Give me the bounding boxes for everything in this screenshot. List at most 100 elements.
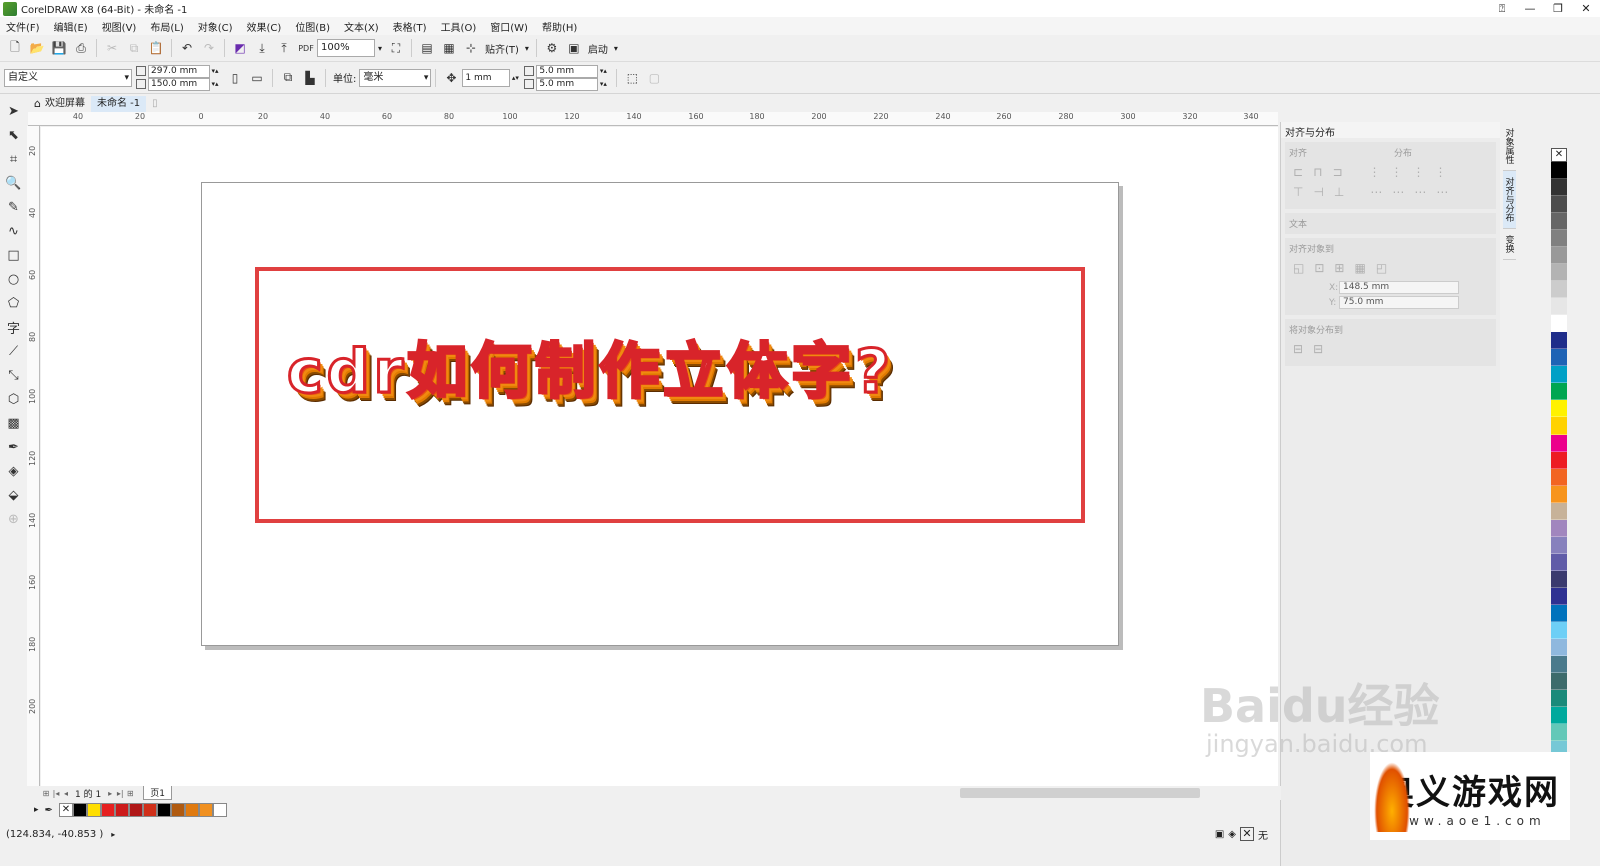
pick-tool-icon[interactable]: ➤	[3, 99, 25, 123]
document-color-swatch[interactable]	[198, 803, 213, 817]
color-proof-icon[interactable]: ▣	[1215, 829, 1224, 840]
publish-pdf-icon[interactable]: PDF	[295, 38, 317, 58]
color-swatch[interactable]	[1551, 179, 1567, 197]
restore-button[interactable]: ❐	[1544, 0, 1572, 17]
shape-tool-icon[interactable]: ⬉	[3, 123, 25, 147]
launch-dropdown-icon[interactable]: ▾	[611, 39, 621, 57]
tab-align-distribute[interactable]: 对齐与分布	[1502, 171, 1516, 229]
menu-table[interactable]: 表格(T)	[393, 19, 427, 34]
active-object-icon[interactable]: ◱	[1293, 261, 1304, 275]
document-color-swatch[interactable]	[100, 803, 115, 817]
menu-object[interactable]: 对象(C)	[198, 19, 233, 34]
duplicate-y-spinner-icon[interactable]: ▾▴	[598, 80, 608, 88]
distribute-middle-icon[interactable]: ⋯	[1392, 185, 1404, 199]
color-swatch[interactable]	[1551, 349, 1567, 367]
document-color-swatch[interactable]	[212, 803, 227, 817]
distribute-space-icon[interactable]: ⋮	[1435, 165, 1447, 179]
color-swatch[interactable]	[1551, 434, 1567, 452]
next-page-icon[interactable]: ▸	[105, 789, 115, 798]
help-icon[interactable]: ⍰	[1488, 0, 1516, 17]
options-gear-icon[interactable]: ⚙	[541, 38, 563, 58]
color-swatch[interactable]	[1551, 604, 1567, 622]
tab-document[interactable]: 未命名 -1	[90, 95, 147, 112]
landscape-icon[interactable]: ▭	[246, 68, 268, 88]
align-center-v-icon[interactable]: ⊣	[1313, 185, 1323, 199]
page-extent-icon[interactable]: ⊟	[1313, 342, 1323, 356]
color-swatch[interactable]	[1551, 519, 1567, 537]
color-swatch[interactable]	[1551, 230, 1567, 248]
artistic-media-icon[interactable]: ∿	[3, 219, 25, 243]
snap-dropdown-icon[interactable]: ▾	[522, 39, 532, 57]
prev-page-icon[interactable]: ◂	[61, 789, 71, 798]
palette-expand-icon[interactable]: ▸	[34, 805, 39, 815]
rectangle-tool-icon[interactable]: □	[3, 243, 25, 267]
menu-file[interactable]: 文件(F)	[6, 19, 40, 34]
color-swatch[interactable]	[1551, 451, 1567, 469]
color-swatch[interactable]	[1551, 332, 1567, 350]
page-width-input[interactable]: 297.0 mm	[148, 64, 210, 78]
customize-toolbox-icon[interactable]: ⊕	[3, 507, 25, 531]
document-color-swatch[interactable]	[170, 803, 185, 817]
zoom-level-field[interactable]: 100%	[317, 39, 375, 57]
distribute-vspace-icon[interactable]: ⋯	[1436, 185, 1448, 199]
vertical-ruler[interactable]: 20 40 60 80 100 120 140 160 180 200	[27, 126, 40, 786]
color-swatch[interactable]	[1551, 587, 1567, 605]
app-launcher-icon[interactable]: ▣	[563, 38, 585, 58]
align-right-icon[interactable]: ⊐	[1332, 165, 1342, 179]
interactive-fill-icon[interactable]: ◈	[3, 459, 25, 483]
doc-no-color-swatch[interactable]: ✕	[58, 803, 73, 817]
color-swatch[interactable]	[1551, 383, 1567, 401]
page-center-icon[interactable]: ⊞	[1334, 261, 1344, 275]
document-color-swatch[interactable]	[86, 803, 101, 817]
color-swatch[interactable]	[1551, 553, 1567, 571]
search-content-icon[interactable]: ◩	[229, 38, 251, 58]
specified-point-icon[interactable]: ◰	[1376, 261, 1387, 275]
add-page-icon[interactable]: ⊞	[41, 789, 51, 798]
color-swatch[interactable]	[1551, 707, 1567, 725]
document-color-swatch[interactable]	[184, 803, 199, 817]
color-swatch[interactable]	[1551, 485, 1567, 503]
interactive-extrude-icon[interactable]: ⬡	[3, 387, 25, 411]
show-rulers-icon[interactable]: ▤	[416, 38, 438, 58]
color-swatch[interactable]	[1551, 417, 1567, 435]
color-swatch[interactable]	[1551, 281, 1567, 299]
color-swatch[interactable]	[1551, 655, 1567, 673]
color-swatch[interactable]	[1551, 196, 1567, 214]
color-swatch[interactable]	[1551, 162, 1567, 180]
tab-welcome-screen[interactable]: ⌂ 欢迎屏幕	[28, 96, 91, 112]
color-swatch[interactable]	[1551, 724, 1567, 742]
color-swatch[interactable]	[1551, 264, 1567, 282]
document-color-swatch[interactable]	[142, 803, 157, 817]
grid-icon[interactable]: ▦	[1354, 261, 1365, 275]
current-page-icon[interactable]: ▙	[299, 68, 321, 88]
3d-artistic-text[interactable]: cdr如何制作立体字?	[286, 323, 894, 410]
menu-layout[interactable]: 布局(L)	[150, 19, 183, 34]
color-swatch[interactable]	[1551, 536, 1567, 554]
duplicate-x-spinner-icon[interactable]: ▾▴	[598, 67, 608, 75]
document-color-swatch[interactable]	[156, 803, 171, 817]
color-swatch[interactable]	[1551, 298, 1567, 316]
lock-icon[interactable]: ▢	[643, 68, 665, 88]
color-swatch[interactable]	[1551, 468, 1567, 486]
align-left-icon[interactable]: ⊏	[1293, 165, 1303, 179]
fill-bucket-icon[interactable]: ◈	[1228, 829, 1236, 840]
color-swatch[interactable]	[1551, 213, 1567, 231]
distribute-center-icon[interactable]: ⋮	[1391, 165, 1403, 179]
color-swatch[interactable]	[1551, 366, 1567, 384]
document-page[interactable]: cdr如何制作立体字?	[201, 182, 1119, 646]
red-rectangle-frame[interactable]: cdr如何制作立体字?	[255, 267, 1085, 523]
tab-object-properties[interactable]: 对象属性	[1502, 122, 1516, 171]
freehand-tool-icon[interactable]: ✎	[3, 195, 25, 219]
duplicate-x-input[interactable]: 5.0 mm	[536, 64, 599, 78]
document-color-swatch[interactable]	[72, 803, 87, 817]
crop-tool-icon[interactable]: ⌗	[3, 147, 25, 171]
tab-transform[interactable]: 变换	[1502, 229, 1516, 260]
menu-window[interactable]: 窗口(W)	[490, 19, 528, 34]
menu-bitmaps[interactable]: 位图(B)	[295, 19, 330, 34]
color-swatch[interactable]	[1551, 315, 1567, 333]
zoom-dropdown-icon[interactable]: ▾	[375, 39, 385, 57]
distribute-bottom-icon[interactable]: ⋯	[1414, 185, 1426, 199]
height-spinner-icon[interactable]: ▾▴	[210, 80, 220, 88]
no-fill-icon[interactable]: ✕	[1240, 827, 1254, 841]
open-icon[interactable]: 📂	[26, 38, 48, 58]
